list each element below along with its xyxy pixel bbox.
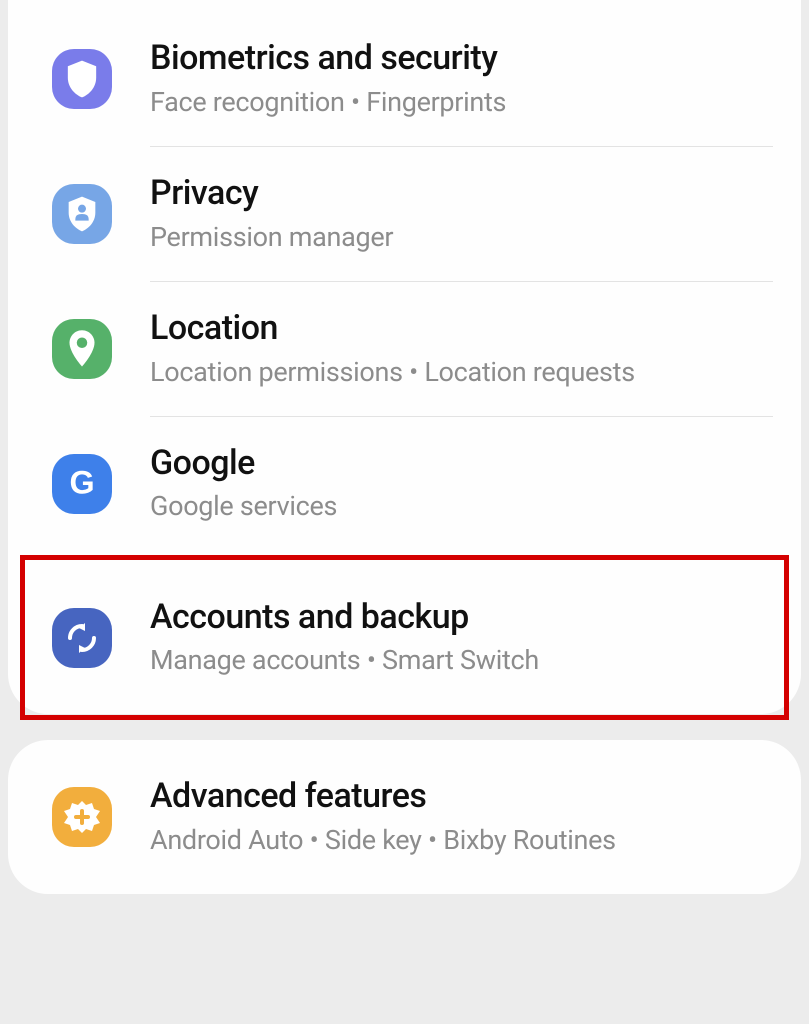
- settings-group-2: Advanced features Android Auto • Side ke…: [8, 740, 801, 894]
- settings-item-location[interactable]: Location Location permissions • Location…: [8, 282, 801, 416]
- item-title: Accounts and backup: [150, 597, 539, 638]
- item-title: Google: [150, 443, 337, 484]
- item-subtitle: Location permissions • Location requests: [150, 355, 635, 390]
- item-subtitle: Google services: [150, 489, 337, 524]
- item-text: Location Location permissions • Location…: [150, 308, 635, 390]
- item-text: Accounts and backup Manage accounts • Sm…: [150, 597, 539, 679]
- item-subtitle: Manage accounts • Smart Switch: [150, 643, 539, 678]
- item-text: Biometrics and security Face recognition…: [150, 38, 506, 120]
- sync-icon: [52, 608, 112, 668]
- badge-shield-icon: [52, 184, 112, 244]
- item-text: Privacy Permission manager: [150, 173, 393, 255]
- item-title: Location: [150, 308, 635, 349]
- shield-icon: [52, 49, 112, 109]
- item-text: Advanced features Android Auto • Side ke…: [150, 776, 616, 858]
- item-subtitle: Face recognition • Fingerprints: [150, 85, 506, 120]
- item-subtitle: Permission manager: [150, 220, 393, 255]
- item-title: Advanced features: [150, 776, 616, 817]
- plus-badge-icon: [52, 787, 112, 847]
- settings-group-1: Biometrics and security Face recognition…: [8, 0, 801, 714]
- item-text: Google Google services: [150, 443, 337, 525]
- settings-item-biometrics[interactable]: Biometrics and security Face recognition…: [8, 12, 801, 146]
- settings-item-accounts-backup[interactable]: Accounts and backup Manage accounts • Sm…: [8, 561, 801, 715]
- svg-text:G: G: [69, 465, 94, 501]
- item-title: Biometrics and security: [150, 38, 506, 79]
- settings-item-privacy[interactable]: Privacy Permission manager: [8, 147, 801, 281]
- item-subtitle: Android Auto • Side key • Bixby Routines: [150, 823, 616, 858]
- google-g-icon: G: [52, 454, 112, 514]
- pin-icon: [52, 319, 112, 379]
- settings-item-advanced-features[interactable]: Advanced features Android Auto • Side ke…: [8, 740, 801, 894]
- settings-item-google[interactable]: G Google Google services: [8, 417, 801, 561]
- item-title: Privacy: [150, 173, 393, 214]
